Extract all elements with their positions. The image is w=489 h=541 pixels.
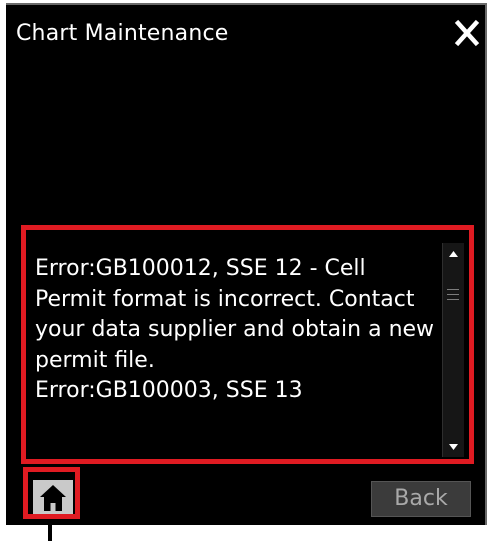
title-bar: Chart Maintenance [6,5,485,61]
arrow-down-icon [449,444,458,450]
scroll-up-button[interactable] [443,243,464,265]
message-entry: Error:GB100003, SSE 13 [35,378,303,403]
grip-icon [447,289,459,290]
home-icon [40,485,66,511]
scroll-down-button[interactable] [443,435,464,457]
home-button[interactable] [33,480,73,516]
back-button[interactable]: Back [371,481,471,517]
close-icon [454,19,480,47]
message-list[interactable]: Error:GB100012, SSE 12 - Cell Permit for… [26,230,466,457]
dialog-title: Chart Maintenance [16,21,229,46]
arrow-up-icon [449,251,458,257]
close-button[interactable] [449,15,485,51]
scroll-thumb[interactable] [447,289,459,303]
message-entry: Error:GB100012, SSE 12 - Cell Permit for… [35,256,435,373]
callout-line [48,519,52,541]
message-text: Error:GB100012, SSE 12 - Cell Permit for… [35,254,435,407]
message-scrollbar[interactable] [442,243,464,457]
